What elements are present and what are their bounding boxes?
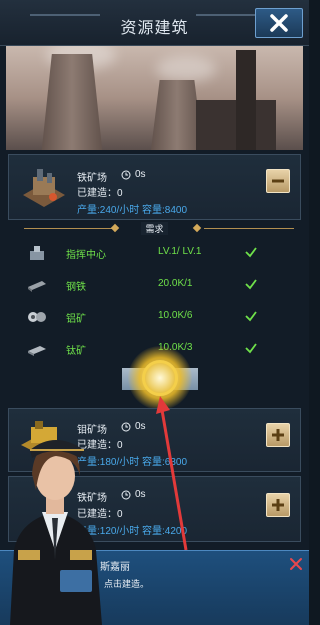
close-icon bbox=[270, 14, 288, 32]
dialog-text: 点击建造。 bbox=[104, 579, 150, 589]
expand-button[interactable] bbox=[266, 423, 290, 447]
plus-icon bbox=[272, 429, 284, 441]
build-target-icon[interactable] bbox=[142, 360, 178, 396]
requirement-name: 指挥中心 bbox=[66, 250, 106, 261]
build-time: 0s bbox=[121, 489, 146, 500]
check-icon bbox=[245, 279, 257, 290]
building-card-iron-mine[interactable]: 铁矿场 0s 已建造：0 产量:240/小时 容量:8400 bbox=[8, 154, 301, 220]
resource-buildings-screen: 资源建筑 铁矿场 0s 已建造：0 产量:240/小时 容量:8400 需求 指… bbox=[0, 0, 309, 625]
requirement-name: 铝矿 bbox=[66, 314, 86, 325]
clock-icon bbox=[121, 490, 131, 499]
requirements-title: 需求 bbox=[141, 221, 168, 235]
clock-icon bbox=[121, 170, 131, 179]
build-time-value: 0s bbox=[135, 169, 146, 180]
building-name: 铁矿场 bbox=[77, 173, 107, 184]
building-banner-image bbox=[6, 46, 303, 150]
expand-button[interactable] bbox=[266, 493, 290, 517]
aluminum-icon bbox=[28, 312, 46, 322]
build-time-value: 0s bbox=[135, 421, 146, 432]
command-center-icon bbox=[30, 246, 44, 260]
clock-icon bbox=[121, 422, 131, 431]
collapse-button[interactable] bbox=[266, 169, 290, 193]
requirement-row-command-center: 指挥中心 LV.1/ LV.1 bbox=[8, 242, 301, 264]
production-info: 产量:240/小时 容量:8400 bbox=[77, 205, 188, 216]
requirement-row-steel: 钢铁 20.0K/1 bbox=[8, 274, 301, 296]
built-count: 已建造：0 bbox=[77, 188, 123, 199]
check-icon bbox=[245, 343, 257, 354]
titanium-icon bbox=[28, 346, 46, 356]
requirement-value: LV.1/ LV.1 bbox=[158, 246, 202, 257]
requirement-name: 钢铁 bbox=[66, 282, 86, 293]
tutorial-arrow-icon bbox=[156, 396, 188, 551]
plus-icon bbox=[272, 499, 284, 511]
requirement-row-aluminum: 铝矿 10.0K/6 bbox=[8, 306, 301, 328]
advisor-character-portrait bbox=[10, 440, 102, 625]
requirement-value: 10.0K/6 bbox=[158, 310, 193, 321]
requirement-name: 钛矿 bbox=[66, 346, 86, 357]
build-time: 0s bbox=[121, 169, 146, 180]
header-bar: 资源建筑 bbox=[0, 0, 309, 46]
build-time: 0s bbox=[121, 421, 146, 432]
requirements-header: 需求 bbox=[8, 221, 301, 235]
iron-mine-icon bbox=[23, 169, 65, 207]
minus-icon bbox=[272, 179, 284, 183]
requirement-value: 20.0K/1 bbox=[158, 278, 193, 289]
build-time-value: 0s bbox=[135, 489, 146, 500]
check-icon bbox=[245, 247, 257, 258]
close-button[interactable] bbox=[255, 8, 303, 38]
dialog-close-icon[interactable] bbox=[289, 557, 303, 571]
steel-icon bbox=[28, 281, 46, 292]
check-icon bbox=[245, 311, 257, 322]
